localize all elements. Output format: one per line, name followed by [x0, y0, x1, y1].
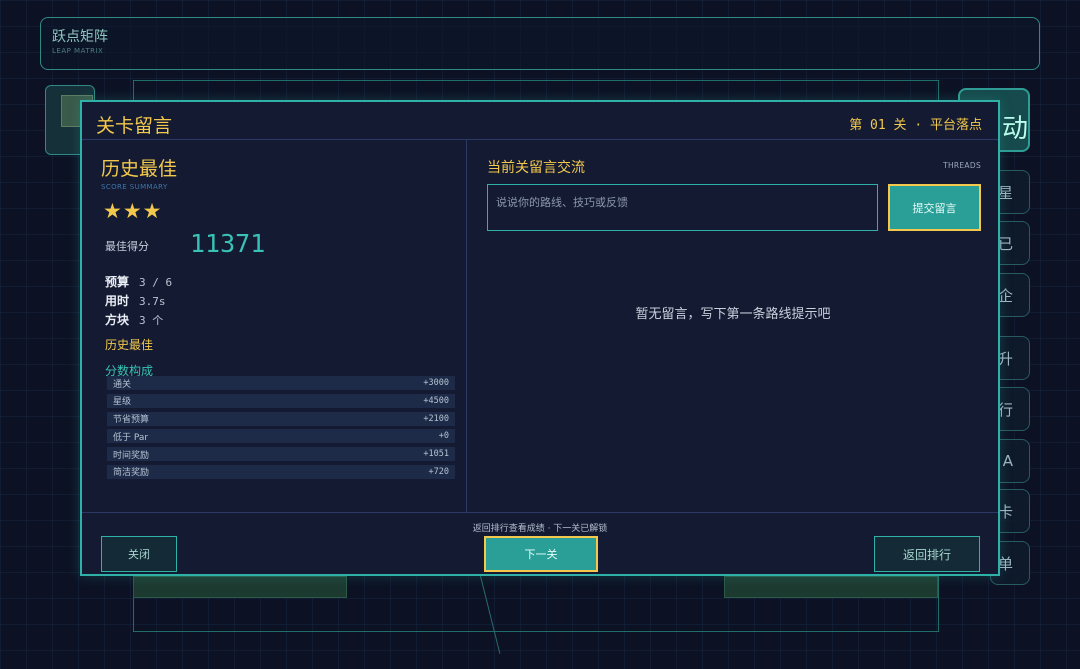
breakdown-label: 通关 — [113, 379, 132, 390]
level-comments-modal: 关卡留言 第 01 关 · 平台落点 历史最佳 SCORE SUMMARY ★★… — [80, 100, 1000, 576]
breakdown-row: 简洁奖励 +720 — [107, 464, 455, 479]
comments-panel: 当前关留言交流 THREADS 提交留言 暂无留言，写下第一条路线提示吧 — [468, 140, 998, 512]
modal-title: 关卡留言 — [96, 115, 173, 137]
breakdown-row: 节省预算 +2100 — [107, 411, 455, 426]
breakdown-row: 星级 +4500 — [107, 393, 455, 408]
score-breakdown-list: 通关 +3000 星级 +4500 节省预算 +2100 低于 Par +0 时间奖励 +… — [107, 376, 455, 483]
stat-time: 用时 3.7s — [105, 292, 166, 309]
comment-input[interactable] — [487, 184, 878, 231]
breakdown-row: 通关 +3000 — [107, 376, 455, 390]
footer-note: 返回排行查看成绩 · 下一关已解锁 — [472, 524, 608, 534]
app-title: 跃点矩阵 — [52, 29, 108, 45]
app-subtitle: LEAP MATRIX — [52, 47, 104, 55]
best-score-label: 最佳得分 — [105, 240, 149, 253]
breakdown-label: 低于 Par — [113, 432, 149, 443]
back-to-leaderboard-button[interactable]: 返回排行 — [874, 536, 980, 572]
breakdown-value: +3000 — [423, 378, 449, 388]
breakdown-label: 时间奖励 — [113, 450, 150, 461]
stat-value: 3.7s — [139, 295, 166, 308]
breakdown-row: 低于 Par +0 — [107, 429, 455, 444]
stat-label: 用时 — [105, 294, 130, 308]
stat-value: 3 个 — [139, 314, 164, 327]
breakdown-value: +4500 — [423, 395, 449, 406]
breakdown-value: +1051 — [423, 449, 449, 460]
stat-value: 3 / 6 — [139, 276, 173, 289]
best-score-value: 11371 — [190, 229, 266, 258]
threads-tag: THREADS — [943, 161, 981, 170]
star-rating: ★★★ — [103, 199, 163, 223]
empty-comments-message: 暂无留言，写下第一条路线提示吧 — [635, 307, 831, 322]
next-level-button[interactable]: 下一关 — [484, 536, 598, 572]
stat-blocks: 方块 3 个 — [105, 311, 163, 328]
close-button[interactable]: 关闭 — [101, 536, 177, 572]
background-panel-left — [133, 576, 347, 598]
stat-budget: 预算 3 / 6 — [105, 273, 172, 290]
modal-footer: 返回排行查看成绩 · 下一关已解锁 关闭 下一关 返回排行 — [82, 512, 998, 574]
modal-header: 关卡留言 第 01 关 · 平台落点 — [82, 102, 998, 140]
top-bar: 跃点矩阵 LEAP MATRIX — [40, 17, 1040, 70]
history-best-tag: 历史最佳 — [105, 338, 154, 352]
breakdown-value: +0 — [438, 431, 449, 442]
breakdown-label: 简洁奖励 — [113, 468, 150, 479]
background-panel-right — [724, 576, 938, 598]
breakdown-row: 时间奖励 +1051 — [107, 447, 455, 462]
submit-comment-button[interactable]: 提交留言 — [888, 184, 981, 231]
summary-title: 历史最佳 — [101, 158, 178, 180]
breakdown-value: +720 — [428, 466, 449, 477]
score-summary-panel: 历史最佳 SCORE SUMMARY ★★★ 最佳得分 11371 预算 3 / … — [82, 140, 467, 512]
threads-title: 当前关留言交流 — [487, 160, 585, 176]
stat-label: 方块 — [105, 313, 130, 327]
level-meta: 第 01 关 · 平台落点 — [849, 118, 982, 133]
stat-label: 预算 — [105, 275, 130, 289]
breakdown-label: 节省预算 — [113, 415, 150, 426]
summary-subtitle: SCORE SUMMARY — [101, 183, 168, 191]
breakdown-value: +2100 — [423, 413, 449, 424]
breakdown-label: 星级 — [113, 397, 132, 408]
